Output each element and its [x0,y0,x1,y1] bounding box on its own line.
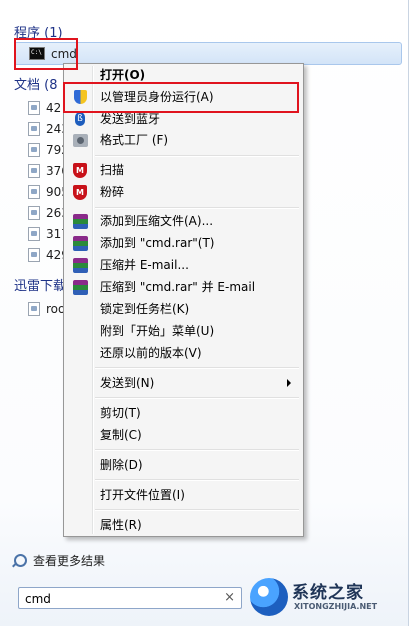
file-icon [28,302,40,316]
menu-item-open-file-location[interactable]: 打开文件位置(I) [66,484,301,506]
menu-item-format-factory[interactable]: 格式工厂 (F) [66,129,301,151]
document-result[interactable]: 376 [12,161,69,181]
document-icon [28,248,40,262]
menu-separator [95,367,299,369]
document-result[interactable]: 243 [12,119,69,139]
menu-separator [95,397,299,399]
winrar-icon [72,235,88,251]
download-result[interactable]: roo [12,299,65,319]
menu-item-label: 扫描 [100,163,125,177]
downloads-group-header[interactable]: 迅雷下载 [14,275,66,294]
menu-item-pin-start-menu[interactable]: 附到「开始」菜单(U) [66,320,301,342]
menu-separator [95,449,299,451]
watermark-logo: 系统之家 XITONGZHIJIA.NET [248,572,408,624]
document-result[interactable]: 42 [12,98,61,118]
menu-item-label: 属性(R) [100,518,142,532]
documents-group-header[interactable]: 文档 (8 [14,74,57,93]
winrar-icon [72,279,88,295]
menu-item-label: 压缩并 E-mail... [100,258,189,272]
highlight-box-cmd [14,38,78,70]
menu-item-add-to-archive[interactable]: 添加到压缩文件(A)... [66,210,301,232]
watermark-title: 系统之家 [292,583,364,603]
mcafee-icon: M [72,162,88,178]
menu-item-label: 打开文件位置(I) [100,488,185,502]
menu-separator [95,155,299,157]
highlight-box-run-as-admin [63,82,299,113]
menu-item-copy[interactable]: 复制(C) [66,424,301,446]
menu-item-properties[interactable]: 属性(R) [66,514,301,536]
format-factory-icon [72,132,88,148]
menu-item-label: 剪切(T) [100,406,141,420]
menu-item-label: 压缩到 "cmd.rar" 并 E-mail [100,280,256,294]
menu-item-scan[interactable]: M 扫描 [66,159,301,181]
menu-item-label: 添加到压缩文件(A)... [100,214,214,228]
start-search-box[interactable]: × [18,587,242,609]
document-icon [28,143,40,157]
see-more-results-link[interactable]: 查看更多结果 [14,552,105,569]
menu-item-compress-email[interactable]: 压缩并 E-mail... [66,254,301,276]
menu-item-add-to-cmd-rar[interactable]: 添加到 "cmd.rar"(T) [66,232,301,254]
menu-item-send-to[interactable]: 发送到(N) [66,372,301,394]
mcafee-icon: M [72,184,88,200]
document-result[interactable]: 905 [12,182,69,202]
winrar-icon [72,213,88,229]
globe-logo-icon [250,578,288,616]
menu-item-pin-taskbar[interactable]: 锁定到任务栏(K) [66,298,301,320]
winrar-icon [72,257,88,273]
bluetooth-icon: ß [72,111,88,127]
menu-item-label: 粉碎 [100,185,125,199]
search-input[interactable] [23,589,217,609]
menu-item-label: 格式工厂 (F) [100,133,169,147]
context-menu: 打开(O) 以管理员身份运行(A) ß 发送到蓝牙 格式工厂 (F) M 扫描 … [63,63,304,537]
menu-item-label: 还原以前的版本(V) [100,346,202,360]
document-result[interactable]: 792 [12,140,69,160]
submenu-arrow-icon [287,379,291,387]
document-icon [28,101,40,115]
document-icon [28,164,40,178]
menu-item-compress-cmd-rar-email[interactable]: 压缩到 "cmd.rar" 并 E-mail [66,276,301,298]
menu-item-restore-previous[interactable]: 还原以前的版本(V) [66,342,301,364]
search-icon [14,554,27,567]
menu-item-label: 添加到 "cmd.rar"(T) [100,236,215,250]
document-icon [28,185,40,199]
clear-search-icon[interactable]: × [224,590,235,605]
document-result[interactable]: 429 [12,245,69,265]
document-icon [28,206,40,220]
menu-separator [95,509,299,511]
menu-item-label: 附到「开始」菜单(U) [100,324,215,338]
menu-separator [95,479,299,481]
see-more-results-label: 查看更多结果 [33,554,106,568]
menu-item-label: 锁定到任务栏(K) [100,302,190,316]
document-icon [28,227,40,241]
document-result-label: 42 [46,101,62,115]
menu-item-label: 删除(D) [100,458,143,472]
watermark-url: XITONGZHIJIA.NET [294,602,378,611]
menu-item-cut[interactable]: 剪切(T) [66,402,301,424]
document-result[interactable]: 317 [12,224,69,244]
document-result[interactable]: 263 [12,203,69,223]
menu-separator [95,207,299,209]
document-icon [28,122,40,136]
menu-item-label: 复制(C) [100,428,142,442]
menu-item-label: 发送到(N) [100,376,155,390]
menu-item-delete[interactable]: 删除(D) [66,454,301,476]
menu-item-shred[interactable]: M 粉碎 [66,181,301,203]
